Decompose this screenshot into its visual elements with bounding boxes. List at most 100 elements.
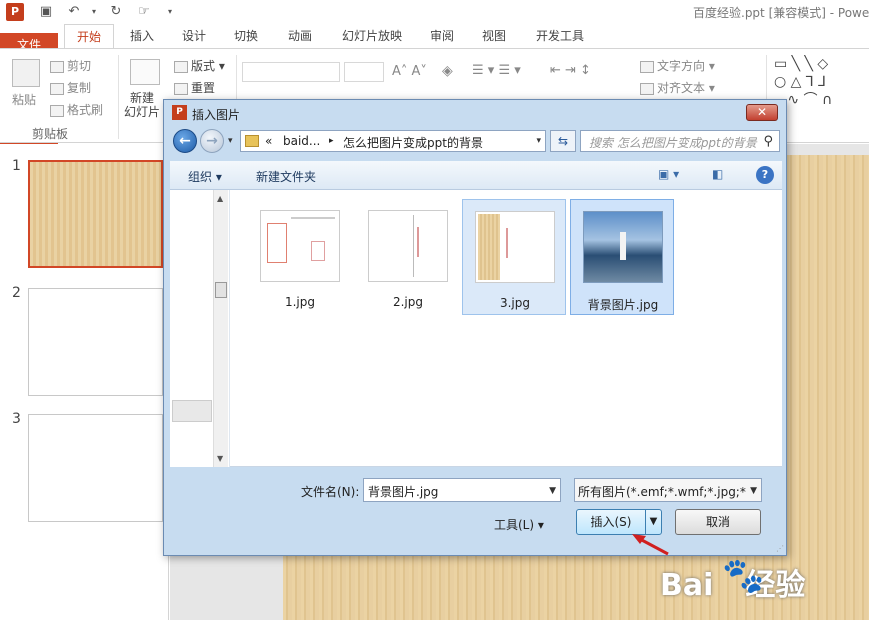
file-item-background-image[interactable]: 背景图片.jpg: [570, 199, 674, 315]
title-bar: P ▣ ↶ ▾ ↻ ☞ ▾ 百度经验.ppt [兼容模式] - Powe: [0, 0, 869, 24]
address-bar-row: ← → ▾ « baid... ▸ 怎么把图片变成ppt的背景 ▾ ⇆ 搜索 怎…: [170, 127, 782, 155]
organize-button[interactable]: 组织 ▾: [188, 168, 222, 185]
slide-thumbnail[interactable]: [28, 288, 163, 396]
file-thumbnail: [475, 211, 555, 283]
save-icon[interactable]: ▣: [36, 3, 56, 21]
redo-icon[interactable]: ↻: [106, 3, 126, 21]
file-browser: ▲ ▼ 1.jpg 2.jpg 3.jpg 背景图片.jpg: [170, 190, 782, 467]
scissors-icon: [50, 60, 64, 73]
tab-home[interactable]: 开始: [64, 24, 114, 48]
indent-icon[interactable]: ⇤ ⇥ ↕: [550, 63, 591, 78]
file-item-1[interactable]: 1.jpg: [248, 199, 352, 315]
search-placeholder: 搜索 怎么把图片变成ppt的背景: [589, 136, 757, 150]
forward-button[interactable]: →: [200, 129, 224, 153]
file-item-2[interactable]: 2.jpg: [356, 199, 460, 315]
slide-thumbnail[interactable]: [28, 414, 163, 522]
breadcrumb-baidu[interactable]: baid...: [283, 134, 320, 148]
tab-slideshow[interactable]: 幻灯片放映: [336, 24, 408, 48]
file-type-filter[interactable]: 所有图片(*.emf;*.wmf;*.jpg;*.jp ▼: [574, 478, 762, 502]
scroll-down-icon[interactable]: ▼: [217, 454, 223, 463]
tab-developer[interactable]: 开发工具: [528, 24, 592, 48]
layout-button[interactable]: 版式 ▾: [174, 57, 225, 74]
new-slide-button[interactable]: 新建 幻灯片: [124, 91, 160, 119]
view-options-icon[interactable]: ▣ ▾: [658, 167, 679, 181]
customize-qat-icon[interactable]: ▾: [160, 3, 180, 21]
clear-format-icon[interactable]: ◈: [442, 63, 453, 79]
search-input[interactable]: 搜索 怎么把图片变成ppt的背景 ⚲: [580, 130, 780, 152]
slide-thumbnails-pane: 1 2 3: [0, 144, 169, 620]
clipboard-group-label: 剪贴板: [32, 127, 69, 141]
file-name-value: 背景图片.jpg: [368, 485, 439, 499]
undo-dropdown-icon[interactable]: ▾: [84, 3, 104, 21]
undo-icon[interactable]: ↶: [64, 3, 84, 21]
chevron-down-icon[interactable]: ▼: [549, 486, 556, 496]
copy-button[interactable]: 复制: [50, 79, 91, 96]
refresh-button[interactable]: ⇆: [550, 130, 576, 152]
ribbon-tabs: 文件 开始 插入 设计 切换 动画 幻灯片放映 审阅 视图 开发工具: [0, 24, 869, 149]
format-painter-button[interactable]: 格式刷: [50, 101, 103, 118]
slide-number: 1: [12, 158, 21, 174]
thumbnail-detail: [311, 241, 325, 261]
file-name-label: 文件名(N):: [301, 485, 360, 499]
file-name: 背景图片.jpg: [587, 298, 659, 312]
tab-review[interactable]: 审阅: [420, 24, 464, 48]
scroll-up-icon[interactable]: ▲: [217, 194, 223, 203]
tab-transitions[interactable]: 切换: [224, 24, 268, 48]
tools-button[interactable]: 工具(L) ▾: [494, 516, 544, 533]
brush-icon: [50, 104, 64, 117]
align-text-icon: [640, 82, 654, 95]
thumbnail-detail: [478, 214, 500, 280]
grow-font-icon[interactable]: A˄ A˅: [392, 64, 427, 79]
nav-tree-item[interactable]: [172, 400, 212, 422]
cut-button[interactable]: 剪切: [50, 57, 91, 74]
address-bar[interactable]: « baid... ▸ 怎么把图片变成ppt的背景 ▾: [240, 130, 546, 152]
thumbnail-detail: [413, 215, 414, 277]
align-text-button[interactable]: 对齐文本 ▾: [640, 79, 715, 96]
annotation-arrow: [632, 534, 669, 556]
bullets-icon[interactable]: ☰ ▾ ☰ ▾: [472, 63, 521, 78]
scrollbar-thumb[interactable]: [215, 282, 227, 298]
address-dropdown-icon[interactable]: ▾: [536, 136, 541, 146]
folder-icon: [245, 135, 259, 147]
preview-pane-icon[interactable]: ◧: [712, 167, 723, 181]
thumbnail-detail: [267, 223, 287, 263]
tab-insert[interactable]: 插入: [120, 24, 164, 48]
close-button[interactable]: ✕: [746, 104, 778, 121]
tab-view[interactable]: 视图: [472, 24, 516, 48]
search-icon: ⚲: [763, 134, 773, 149]
resize-grip-icon[interactable]: ⋰: [776, 544, 784, 553]
tab-animations[interactable]: 动画: [278, 24, 322, 48]
navigation-pane: ▲ ▼: [170, 190, 230, 467]
new-slide-icon[interactable]: [130, 59, 160, 85]
powerpoint-app-icon: P: [6, 3, 24, 21]
reset-button[interactable]: 重置: [174, 79, 215, 96]
paste-button[interactable]: 粘贴: [12, 91, 36, 108]
file-thumbnail: [583, 211, 663, 283]
tab-design[interactable]: 设计: [172, 24, 216, 48]
nav-scrollbar[interactable]: ▲ ▼: [213, 190, 228, 467]
file-item-3[interactable]: 3.jpg: [462, 199, 566, 315]
chevron-down-icon[interactable]: ▼: [750, 486, 757, 496]
paste-icon[interactable]: [12, 59, 40, 87]
breadcrumb-separator[interactable]: ▸: [329, 136, 334, 146]
help-icon[interactable]: ?: [756, 166, 774, 184]
file-name-input[interactable]: 背景图片.jpg ▼: [363, 478, 561, 502]
font-size-box[interactable]: [344, 62, 384, 82]
new-folder-button[interactable]: 新建文件夹: [256, 168, 316, 185]
recent-locations-dropdown[interactable]: ▾: [228, 136, 233, 146]
command-bar: 组织 ▾ 新建文件夹 ▣ ▾ ◧ ?: [170, 161, 782, 190]
file-name: 2.jpg: [392, 295, 424, 309]
back-button[interactable]: ←: [173, 129, 197, 153]
slide-thumbnail[interactable]: [28, 160, 163, 268]
touch-mode-icon[interactable]: ☞: [134, 3, 154, 21]
breadcrumb-current-folder[interactable]: 怎么把图片变成ppt的背景: [343, 134, 483, 151]
dialog-title-bar[interactable]: P 插入图片 ✕: [164, 100, 786, 126]
text-direction-button[interactable]: 文字方向 ▾: [640, 57, 715, 74]
thumbnail-detail: [620, 232, 626, 260]
font-name-box[interactable]: [242, 62, 340, 82]
file-thumbnail: [260, 210, 340, 282]
breadcrumb-overflow[interactable]: «: [265, 134, 272, 148]
cancel-button[interactable]: 取消: [675, 509, 761, 535]
thumbnail-detail: [291, 217, 335, 219]
thumbnail-detail: [506, 228, 546, 258]
